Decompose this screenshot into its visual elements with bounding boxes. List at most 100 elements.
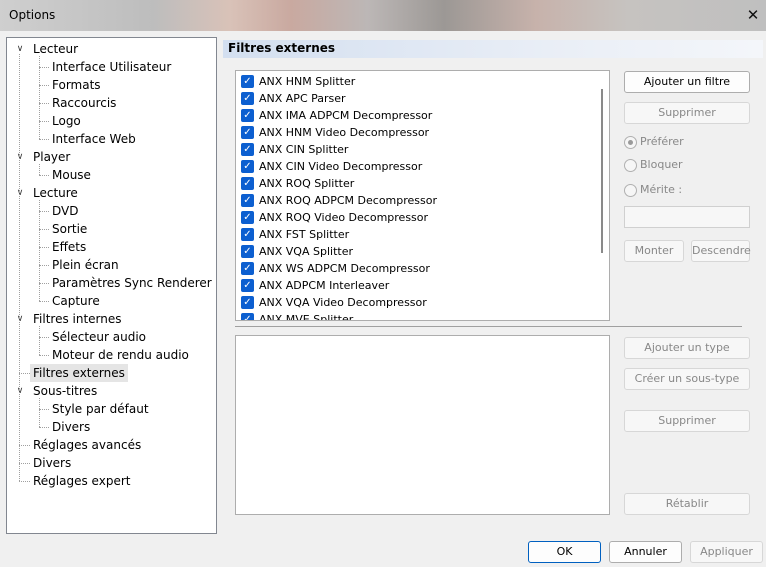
checkbox[interactable]: ✓ <box>241 160 254 173</box>
checkbox[interactable]: ✓ <box>241 313 254 320</box>
tree-connector <box>39 427 49 428</box>
tree-connector <box>19 54 20 481</box>
radio-dot <box>624 159 637 172</box>
tree-connector <box>39 175 49 176</box>
tree-connector <box>39 164 40 175</box>
media-type-list[interactable] <box>235 335 610 515</box>
tree-item[interactable]: Sélecteur audio <box>49 328 149 346</box>
close-icon[interactable]: ✕ <box>741 3 765 27</box>
filter-label: ANX VQA Splitter <box>259 245 353 258</box>
checkbox[interactable]: ✓ <box>241 262 254 275</box>
tree-item[interactable]: Capture <box>49 292 103 310</box>
merit-label: Mérite : <box>640 183 683 196</box>
tree-item[interactable]: Player <box>30 148 73 166</box>
expand-toggle-icon[interactable]: ∨ <box>15 188 25 198</box>
radio-dot <box>624 184 637 197</box>
filter-label: ANX VQA Video Decompressor <box>259 296 427 309</box>
checkbox[interactable]: ✓ <box>241 211 254 224</box>
tree-connector <box>39 103 49 104</box>
tree-item[interactable]: Mouse <box>49 166 94 184</box>
tree-connector <box>39 283 49 284</box>
tree-connector <box>19 463 30 464</box>
tree-connector <box>39 56 40 139</box>
checkbox[interactable]: ✓ <box>241 92 254 105</box>
tree-item[interactable]: Réglages expert <box>30 472 133 490</box>
tree-item[interactable]: Divers <box>30 454 74 472</box>
tree-connector <box>19 373 30 374</box>
cancel-button[interactable]: Annuler <box>609 541 682 563</box>
tree-item[interactable]: Lecteur <box>30 40 81 58</box>
expand-toggle-icon[interactable]: ∨ <box>15 386 25 396</box>
tree-item[interactable]: Filtres externes <box>30 364 128 382</box>
checkbox[interactable]: ✓ <box>241 296 254 309</box>
tree-item[interactable]: DVD <box>49 202 81 220</box>
tree-connector <box>39 409 49 410</box>
tree-item[interactable]: Moteur de rendu audio <box>49 346 192 364</box>
expand-toggle-icon[interactable]: ∨ <box>15 314 25 324</box>
tree-connector <box>39 265 49 266</box>
tree-item[interactable]: Style par défaut <box>49 400 152 418</box>
radio-dot <box>624 136 637 149</box>
tree-connector <box>19 445 30 446</box>
separator <box>235 326 742 327</box>
tree-item[interactable]: Formats <box>49 76 104 94</box>
tree-connector <box>39 247 49 248</box>
tree-connector <box>39 211 49 212</box>
tree-item[interactable]: Sortie <box>49 220 90 238</box>
checkbox[interactable]: ✓ <box>241 194 254 207</box>
checkbox[interactable]: ✓ <box>241 177 254 190</box>
tree-item[interactable]: Sous-titres <box>30 382 100 400</box>
remove-type-button[interactable]: Supprimer <box>624 410 750 432</box>
tree-item[interactable]: Effets <box>49 238 89 256</box>
filter-label: ANX HNM Video Decompressor <box>259 126 430 139</box>
filter-label: ANX ADPCM Interleaver <box>259 279 390 292</box>
tree-connector <box>39 398 40 427</box>
filter-label: ANX WS ADPCM Decompressor <box>259 262 430 275</box>
tree-connector <box>39 85 49 86</box>
expand-toggle-icon[interactable]: ∨ <box>15 152 25 162</box>
move-up-button[interactable]: Monter <box>624 240 684 262</box>
tree-item[interactable]: Logo <box>49 112 84 130</box>
tree-item[interactable]: Paramètres Sync Renderer <box>49 274 215 292</box>
tree-item[interactable]: Filtres internes <box>30 310 125 328</box>
checkbox[interactable]: ✓ <box>241 109 254 122</box>
tree-connector <box>39 355 49 356</box>
tree-item[interactable]: Interface Utilisateur <box>49 58 174 76</box>
panel-header: Filtres externes <box>223 40 763 58</box>
checkbox[interactable]: ✓ <box>241 228 254 241</box>
move-down-button[interactable]: Descendre <box>691 240 751 262</box>
apply-button[interactable]: Appliquer <box>690 541 763 563</box>
tree-item[interactable]: Réglages avancés <box>30 436 144 454</box>
tree-item[interactable]: Interface Web <box>49 130 139 148</box>
tree-connector <box>39 326 40 355</box>
tree-connector <box>39 139 49 140</box>
filter-label: ANX FST Splitter <box>259 228 350 241</box>
checkbox[interactable]: ✓ <box>241 126 254 139</box>
reset-button[interactable]: Rétablir <box>624 493 750 515</box>
filter-label: ANX ROQ Video Decompressor <box>259 211 429 224</box>
checkbox[interactable]: ✓ <box>241 245 254 258</box>
tree-connector <box>39 337 49 338</box>
expand-toggle-icon[interactable]: ∨ <box>15 44 25 54</box>
filter-label: ANX ROQ ADPCM Decompressor <box>259 194 438 207</box>
add-filter-button[interactable]: Ajouter un filtre <box>624 71 750 93</box>
checkbox[interactable]: ✓ <box>241 75 254 88</box>
page-title: Filtres externes <box>228 41 336 55</box>
create-subtype-button[interactable]: Créer un sous-type <box>624 368 750 390</box>
checkbox[interactable]: ✓ <box>241 279 254 292</box>
checkbox[interactable]: ✓ <box>241 143 254 156</box>
tree-item[interactable]: Raccourcis <box>49 94 119 112</box>
tree-connector <box>19 481 30 482</box>
filter-label: ANX HNM Splitter <box>259 75 356 88</box>
filter-label: ANX MVE Splitter <box>259 313 354 321</box>
tree-item[interactable]: Lecture <box>30 184 81 202</box>
add-type-button[interactable]: Ajouter un type <box>624 337 750 359</box>
filter-list[interactable]: ✓ ANX HNM Splitter ✓ ANX APC Parser ✓ ANX IMA… <box>235 70 610 321</box>
tree-item[interactable]: Divers <box>49 418 93 436</box>
scrollbar[interactable] <box>601 89 603 253</box>
merit-field[interactable] <box>624 206 750 228</box>
ok-button[interactable]: OK <box>528 541 601 563</box>
tree-item[interactable]: Plein écran <box>49 256 122 274</box>
remove-filter-button[interactable]: Supprimer <box>624 102 750 124</box>
options-tree[interactable]: ∨ Lecteur Interface Utilisateur Formats Racc… <box>6 37 217 534</box>
